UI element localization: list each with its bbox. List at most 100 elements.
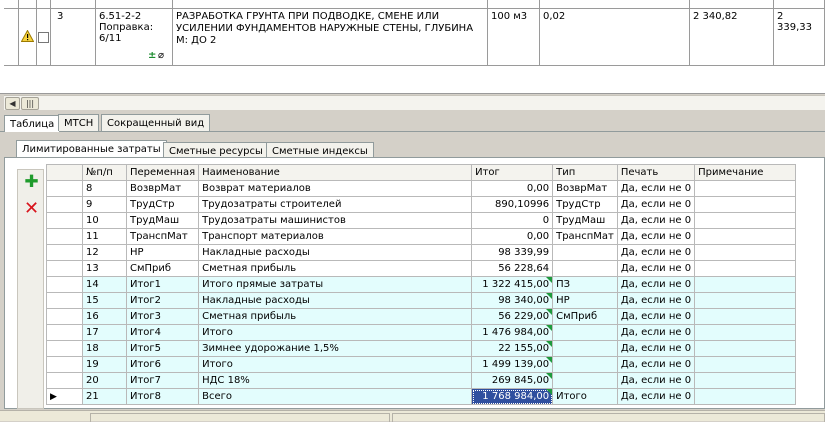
cell-note[interactable] bbox=[694, 372, 797, 389]
cell-type[interactable] bbox=[552, 244, 618, 261]
column-header-print[interactable]: Печать bbox=[616, 164, 696, 181]
cell-type[interactable]: НР bbox=[552, 292, 618, 309]
cell-number[interactable]: 15 bbox=[82, 292, 127, 309]
cell-print[interactable]: Да, если не 0 bbox=[616, 308, 696, 325]
cell-name[interactable]: Накладные расходы bbox=[198, 292, 473, 309]
cell-total[interactable]: 1 768 984,00 bbox=[471, 388, 554, 405]
cell-total[interactable]: 0,00 bbox=[471, 228, 554, 245]
table-row[interactable]: 13 СмПриб Сметная прибыль 56 228,64 Да, если… bbox=[46, 260, 797, 277]
row-indicator[interactable] bbox=[46, 260, 83, 277]
table-row[interactable]: 15 Итог2 Накладные расходы 98 340,00 НР Да, е… bbox=[46, 292, 797, 309]
cell-name[interactable]: Транспорт материалов bbox=[198, 228, 473, 245]
column-header-type[interactable]: Тип bbox=[552, 164, 618, 181]
cell-number[interactable]: 11 bbox=[82, 228, 127, 245]
table-row[interactable]: 19 Итог6 Итого 1 499 139,00 Да, если не 0 bbox=[46, 356, 797, 373]
tab-table[interactable]: Таблица bbox=[4, 115, 61, 132]
tab-mtsn[interactable]: МТСН bbox=[58, 114, 100, 131]
cell-total[interactable]: 269 845,00 bbox=[471, 372, 554, 389]
add-row-icon[interactable]: ✚ bbox=[21, 173, 42, 194]
cell-note[interactable] bbox=[694, 356, 797, 373]
cell-number[interactable]: 10 bbox=[82, 212, 127, 229]
cell-variable[interactable]: Итог7 bbox=[125, 372, 200, 389]
cell-number[interactable]: 9 bbox=[82, 196, 127, 213]
cell-note[interactable] bbox=[694, 276, 797, 293]
row-indicator[interactable] bbox=[46, 244, 83, 261]
cell-type[interactable]: ТранспМат bbox=[552, 228, 618, 245]
column-header-number[interactable]: №п/п bbox=[82, 164, 127, 181]
cell-note[interactable] bbox=[694, 388, 797, 405]
cell-variable[interactable]: Итог6 bbox=[125, 356, 200, 373]
row-checkbox[interactable] bbox=[38, 32, 49, 43]
tab-limited-costs[interactable]: Лимитированные затраты bbox=[16, 140, 167, 158]
cell-type[interactable]: Итого bbox=[552, 388, 618, 405]
cell-name[interactable]: Накладные расходы bbox=[198, 244, 473, 261]
table-row[interactable]: 20 Итог7 НДС 18% 269 845,00 Да, если не 0 bbox=[46, 372, 797, 389]
column-header-name[interactable]: Наименование bbox=[198, 164, 473, 181]
cell-print[interactable]: Да, если не 0 bbox=[616, 372, 696, 389]
cell-print[interactable]: Да, если не 0 bbox=[616, 180, 696, 197]
cell-variable[interactable]: НР bbox=[125, 244, 200, 261]
cell-note[interactable] bbox=[694, 292, 797, 309]
cell-number[interactable]: 20 bbox=[82, 372, 127, 389]
cell-print[interactable]: Да, если не 0 bbox=[616, 196, 696, 213]
cell-print[interactable]: Да, если не 0 bbox=[616, 356, 696, 373]
cell-type[interactable] bbox=[552, 260, 618, 277]
cell-print[interactable]: Да, если не 0 bbox=[616, 212, 696, 229]
table-row[interactable]: 18 Итог5 Зимнее удорожание 1,5% 22 155,00 Да… bbox=[46, 340, 797, 357]
row-indicator[interactable] bbox=[46, 228, 83, 245]
cell-total[interactable]: 98 339,99 bbox=[471, 244, 554, 261]
cell-number[interactable]: 12 bbox=[82, 244, 127, 261]
row-indicator[interactable] bbox=[46, 340, 83, 357]
cell-type[interactable]: СмПриб bbox=[552, 308, 618, 325]
cell-note[interactable] bbox=[694, 340, 797, 357]
cell-variable[interactable]: Итог5 bbox=[125, 340, 200, 357]
cell-total[interactable]: 22 155,00 bbox=[471, 340, 554, 357]
cell-print[interactable]: Да, если не 0 bbox=[616, 388, 696, 405]
delete-row-icon[interactable]: ✕ bbox=[21, 199, 42, 220]
cell-total[interactable]: 890,10996 bbox=[471, 196, 554, 213]
cell-note[interactable] bbox=[694, 260, 797, 277]
cell-note[interactable] bbox=[694, 324, 797, 341]
cell-name[interactable]: Сметная прибыль bbox=[198, 260, 473, 277]
estimate-row-partial[interactable] bbox=[4, 0, 825, 9]
table-row[interactable]: 17 Итог4 Итого 1 476 984,00 Да, если не 0 bbox=[46, 324, 797, 341]
cell-name[interactable]: Итого прямые затраты bbox=[198, 276, 473, 293]
cell-type[interactable] bbox=[552, 324, 618, 341]
cell-type[interactable] bbox=[552, 356, 618, 373]
cell-variable[interactable]: ТранспМат bbox=[125, 228, 200, 245]
cell-variable[interactable]: Итог3 bbox=[125, 308, 200, 325]
table-row[interactable]: 11 ТранспМат Транспорт материалов 0,00 Транс… bbox=[46, 228, 797, 245]
cell-variable[interactable]: ТрудМаш bbox=[125, 212, 200, 229]
table-row[interactable]: 8 ВозврМат Возврат материалов 0,00 ВозврМат Д… bbox=[46, 180, 797, 197]
table-row[interactable]: 9 ТрудСтр Трудозатраты строителей 890,10996… bbox=[46, 196, 797, 213]
cell-total[interactable]: 0,00 bbox=[471, 180, 554, 197]
cell-total[interactable]: 56 228,64 bbox=[471, 260, 554, 277]
row-indicator[interactable] bbox=[46, 180, 83, 197]
table-row[interactable]: 14 Итог1 Итого прямые затраты 1 322 415,00 П… bbox=[46, 276, 797, 293]
cell-total[interactable]: 1 499 139,00 bbox=[471, 356, 554, 373]
cell-name[interactable]: Сметная прибыль bbox=[198, 308, 473, 325]
cell-total[interactable]: 1 322 415,00 bbox=[471, 276, 554, 293]
cell-variable[interactable]: ВозврМат bbox=[125, 180, 200, 197]
cell-print[interactable]: Да, если не 0 bbox=[616, 324, 696, 341]
cell-print[interactable]: Да, если не 0 bbox=[616, 228, 696, 245]
cell-variable[interactable]: СмПриб bbox=[125, 260, 200, 277]
row-indicator[interactable] bbox=[46, 292, 83, 309]
table-row[interactable]: 12 НР Накладные расходы 98 339,99 Да, если н… bbox=[46, 244, 797, 261]
cell-note[interactable] bbox=[694, 180, 797, 197]
table-row[interactable]: ▶ 21 Итог8 Всего 1 768 984,00 Итого Да, если н… bbox=[46, 388, 797, 405]
cell-note[interactable] bbox=[694, 212, 797, 229]
cell-type[interactable] bbox=[552, 372, 618, 389]
cell-name[interactable]: Возврат материалов bbox=[198, 180, 473, 197]
cell-total[interactable]: 56 229,00 bbox=[471, 308, 554, 325]
table-row[interactable]: 16 Итог3 Сметная прибыль 56 229,00 СмПриб Да,… bbox=[46, 308, 797, 325]
cell-number[interactable]: 18 bbox=[82, 340, 127, 357]
cell-variable[interactable]: Итог8 bbox=[125, 388, 200, 405]
row-indicator[interactable] bbox=[46, 196, 83, 213]
cell-variable[interactable]: Итог2 bbox=[125, 292, 200, 309]
row-indicator[interactable] bbox=[46, 308, 83, 325]
scroll-thumb[interactable]: ||| bbox=[21, 97, 39, 110]
cell-print[interactable]: Да, если не 0 bbox=[616, 340, 696, 357]
column-header-total[interactable]: Итог bbox=[471, 164, 554, 181]
cell-type[interactable]: ТрудСтр bbox=[552, 196, 618, 213]
